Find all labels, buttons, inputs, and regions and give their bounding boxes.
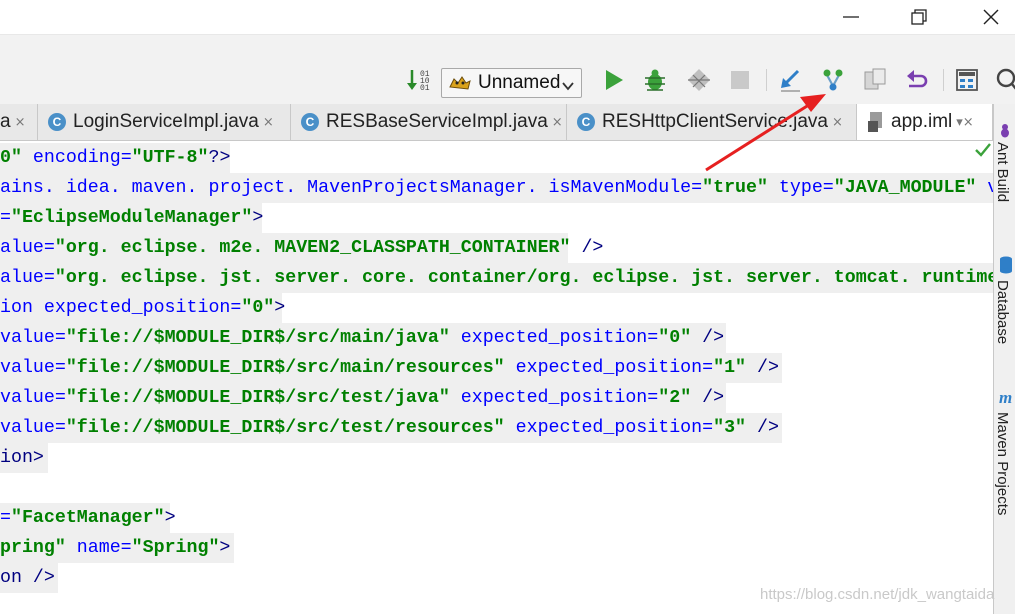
close-icon[interactable]: × [552,115,563,130]
code-editor[interactable]: 0" encoding="UTF-8"?> ains. idea. maven.… [0,141,993,614]
code-line: on /> [0,563,58,593]
code-line: ion> [0,443,48,473]
class-icon: C [577,113,595,131]
class-icon: C [48,113,66,131]
side-tab-maven-projects[interactable]: Maven Projects [994,412,1011,515]
code-line: ion expected_position="0"> [0,293,285,323]
tab-reshttpclientservice[interactable]: C RESHttpClientService.java × [567,104,857,140]
tab-label: RESHttpClientService.java [602,111,828,132]
revert-icon[interactable] [904,67,930,93]
code-line: value="file://$MODULE_DIR$/src/test/java… [0,383,726,413]
file-icon [867,111,887,133]
toolbar-separator [766,69,767,91]
tab-loginserviceimpl[interactable]: C LoginServiceImpl.java × [38,104,291,140]
close-icon[interactable]: × [832,115,843,130]
stop-icon[interactable] [727,67,753,93]
coverage-icon[interactable] [686,67,712,93]
ant-icon [998,122,1012,142]
code-line: value="file://$MODULE_DIR$/src/test/reso… [0,413,782,443]
close-icon[interactable] [968,0,1014,34]
code-line: pring" name="Spring"> [0,533,234,563]
maven-icon: m [999,388,1015,410]
close-icon[interactable]: × [263,115,274,130]
vcs-update-icon[interactable] [778,67,804,93]
search-icon[interactable] [992,67,1015,93]
vcs-compare-icon[interactable] [862,67,888,93]
tab-label: a [0,111,11,132]
tab-resbaseserviceimpl[interactable]: C RESBaseServiceImpl.java × [291,104,567,140]
close-icon[interactable]: × [15,115,26,130]
class-icon: C [301,113,319,131]
close-icon[interactable]: ▾× [956,115,973,130]
vcs-branch-icon[interactable] [820,67,846,93]
svg-text:01: 01 [420,84,430,93]
code-line: value="file://$MODULE_DIR$/src/main/reso… [0,353,782,383]
chevron-down-icon [561,77,575,96]
side-tab-database[interactable]: Database [994,280,1011,344]
checkmark-icon [974,142,992,162]
run-config-selector[interactable]: Unnamed [441,68,582,98]
run-config-icon [448,73,472,93]
code-line: alue="org. eclipse. jst. server. core. c… [0,263,993,293]
database-icon [999,256,1013,278]
tab-label: LoginServiceImpl.java [73,111,259,132]
side-tab-ant-build[interactable]: Ant Build [994,142,1011,202]
code-line: ains. idea. maven. project. MavenProject… [0,173,993,203]
watermark: https://blog.csdn.net/jdk_wangtaida [760,586,995,603]
minimize-icon[interactable] [828,0,874,34]
structure-icon[interactable] [954,67,980,93]
run-icon[interactable] [601,67,627,93]
sort-icon[interactable]: 01 10 01 [405,67,431,93]
code-line: ="EclipseModuleManager"> [0,203,263,233]
toolbar-separator [943,69,944,91]
editor-tabs: a × C LoginServiceImpl.java × C RESBaseS… [0,104,993,141]
code-line: value="file://$MODULE_DIR$/src/main/java… [0,323,726,353]
maximize-icon[interactable] [896,0,942,34]
tab-app-iml[interactable]: app.iml ▾× [857,104,993,140]
code-line: alue="org. eclipse. m2e. MAVEN2_CLASSPAT… [0,233,603,263]
code-line: ="FacetManager"> [0,503,176,533]
code-line: 0" encoding="UTF-8"?> [0,143,230,173]
tab-label: RESBaseServiceImpl.java [326,111,548,132]
title-bar [0,0,1015,34]
debug-icon[interactable] [642,67,668,93]
main-toolbar: 01 10 01 Unnamed [0,34,1015,104]
tab-partial[interactable]: a × [0,104,38,140]
tab-label: app.iml [891,111,953,132]
run-config-label: Unnamed [478,72,561,93]
svg-text:m: m [999,388,1012,406]
